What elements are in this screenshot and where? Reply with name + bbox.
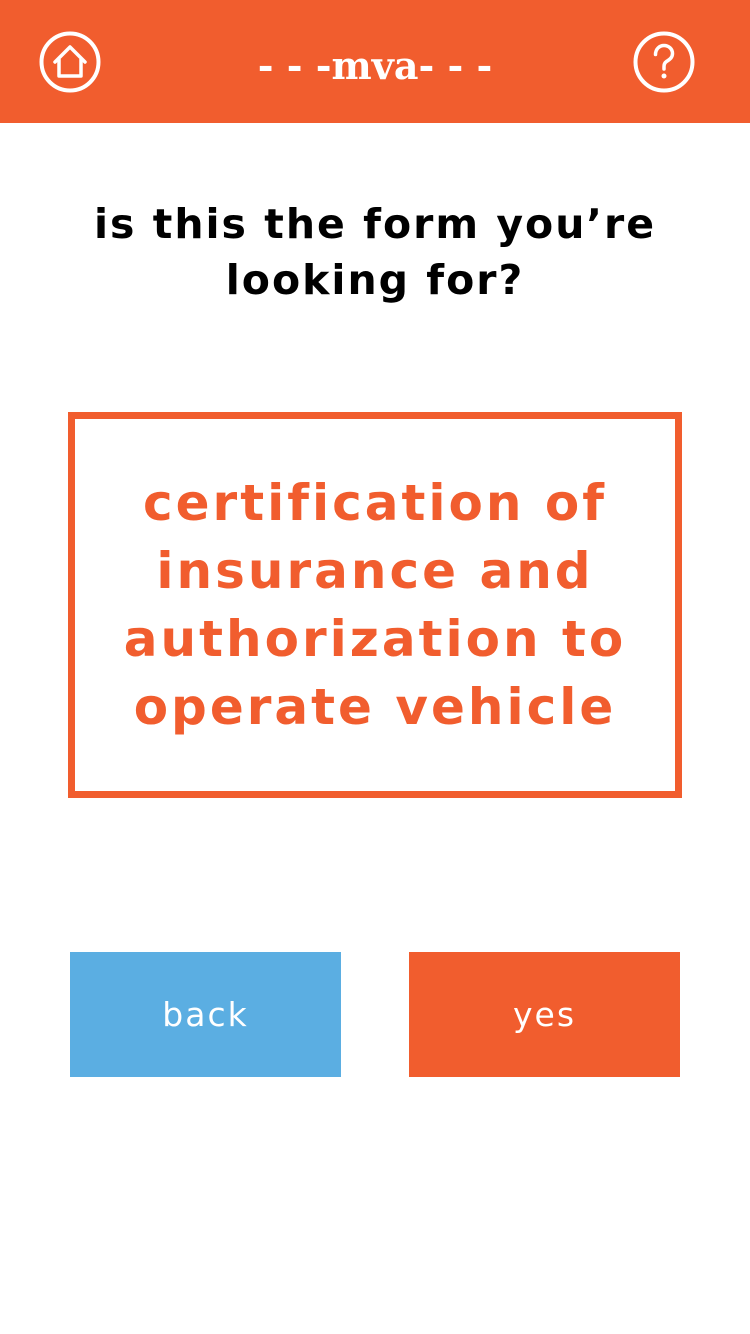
back-button[interactable]: back [70, 952, 341, 1077]
help-icon [633, 31, 695, 93]
form-card: certification of insurance and authoriza… [68, 412, 682, 798]
app-header: - - -mva- - - [0, 0, 750, 123]
home-button[interactable] [39, 31, 101, 93]
app-title: - - -mva- - - [257, 43, 493, 88]
help-button[interactable] [633, 31, 695, 93]
form-question: is this the form you’re looking for? [93, 200, 657, 304]
yes-button[interactable]: yes [409, 952, 680, 1077]
form-name: certification of insurance and authoriza… [123, 474, 627, 736]
home-icon [39, 31, 101, 93]
screen: - - -mva- - - is this the form you’re lo… [0, 0, 750, 1334]
